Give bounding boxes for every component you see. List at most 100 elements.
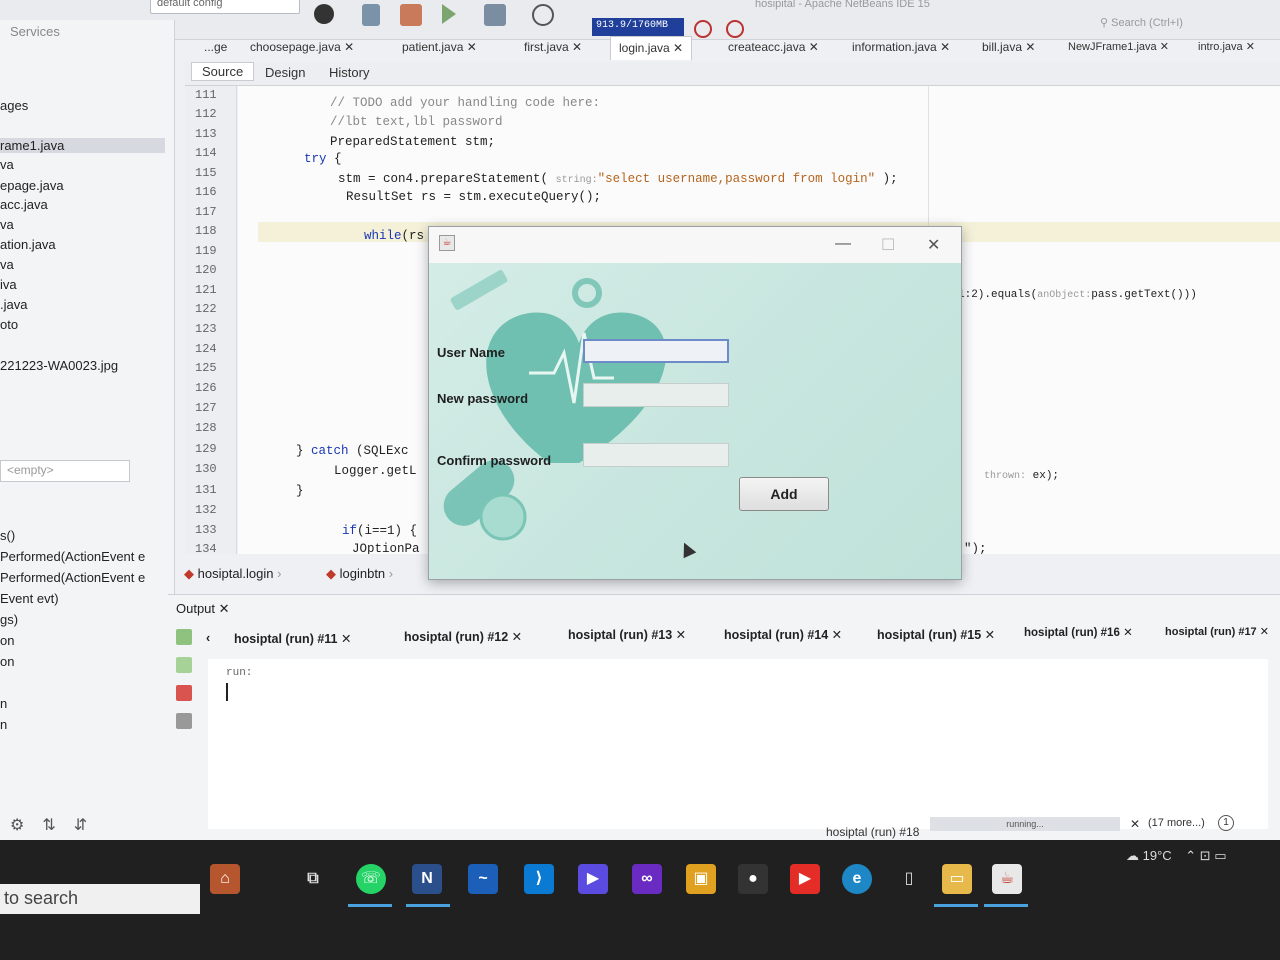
project-item[interactable]: acc.java bbox=[0, 197, 48, 212]
navigator-select[interactable]: <empty> bbox=[0, 460, 130, 482]
vscode-icon[interactable]: ⟩ bbox=[524, 864, 554, 894]
close-icon[interactable]: ✕ bbox=[673, 41, 683, 55]
close-icon[interactable]: ✕ bbox=[512, 630, 522, 644]
breadcrumb-item[interactable]: ◆ hosiptal.login › bbox=[184, 566, 281, 582]
project-item[interactable]: va bbox=[0, 217, 14, 232]
notifications-icon[interactable]: 1 bbox=[1218, 815, 1234, 831]
holiday-widget-icon[interactable]: ⌂ bbox=[210, 864, 240, 894]
hammer-icon[interactable] bbox=[362, 4, 380, 26]
weather-widget[interactable]: ☁ 19°C ⌃ ⊡ ▭ bbox=[1126, 848, 1227, 864]
rerun-debug-icon[interactable] bbox=[176, 657, 192, 673]
editor-tab[interactable]: bill.java ✕ bbox=[974, 36, 1043, 60]
close-icon[interactable]: ✕ bbox=[1025, 40, 1035, 54]
project-item[interactable]: .java bbox=[0, 297, 27, 312]
run-tab[interactable]: hosiptal (run) #16 ✕ bbox=[1024, 625, 1133, 639]
run-tab[interactable]: hosiptal (run) #11 ✕ bbox=[234, 631, 351, 646]
project-item[interactable]: iva bbox=[0, 277, 17, 292]
project-item[interactable]: 221223-WA0023.jpg bbox=[0, 358, 118, 373]
profile-icon[interactable] bbox=[532, 4, 554, 26]
close-icon[interactable]: ✕ bbox=[467, 40, 477, 54]
tab-design[interactable]: Design bbox=[255, 65, 315, 80]
output-tab[interactable]: Output ✕ bbox=[176, 601, 230, 617]
cancel-process-icon[interactable]: ✕ bbox=[1130, 817, 1140, 831]
run-tab[interactable]: hosiptal (run) #13 ✕ bbox=[568, 627, 686, 642]
tab-source[interactable]: Source bbox=[191, 62, 255, 81]
close-icon[interactable]: ✕ bbox=[676, 628, 686, 642]
edge-icon[interactable]: e bbox=[842, 864, 872, 894]
member-item[interactable]: n bbox=[0, 696, 7, 711]
minimize-icon[interactable]: — bbox=[835, 235, 851, 253]
close-icon[interactable]: ✕ bbox=[219, 601, 230, 616]
editor-tab[interactable]: information.java ✕ bbox=[844, 36, 958, 60]
new-password-input[interactable] bbox=[583, 383, 729, 407]
close-icon[interactable]: ✕ bbox=[1160, 41, 1169, 53]
member-item[interactable]: Event evt) bbox=[0, 591, 59, 606]
project-item[interactable]: va bbox=[0, 157, 14, 172]
github-icon[interactable]: ● bbox=[738, 864, 768, 894]
virtualbox-icon[interactable]: ▣ bbox=[686, 864, 716, 894]
editor-tab[interactable]: intro.java ✕ bbox=[1190, 36, 1263, 60]
editor-tab[interactable]: choosepage.java ✕ bbox=[242, 36, 362, 60]
run-icon[interactable] bbox=[442, 4, 456, 24]
run-tab[interactable]: hosiptal (run) #15 ✕ bbox=[877, 627, 995, 642]
editor-tab[interactable]: NewJFrame1.java ✕ bbox=[1060, 36, 1177, 60]
breadcrumb-item[interactable]: ◆ loginbtn › bbox=[326, 566, 393, 582]
close-icon[interactable]: ✕ bbox=[1246, 41, 1255, 53]
editor-tab[interactable]: createacc.java ✕ bbox=[720, 36, 827, 60]
stop-icon[interactable] bbox=[176, 685, 192, 701]
member-item[interactable]: on bbox=[0, 633, 14, 648]
usb-drive-icon[interactable]: ▯ bbox=[894, 864, 924, 894]
scroll-left-icon[interactable]: ‹ bbox=[206, 631, 210, 645]
confirm-password-input[interactable] bbox=[583, 443, 729, 467]
member-item[interactable]: s() bbox=[0, 528, 15, 543]
member-item[interactable]: on bbox=[0, 654, 14, 669]
editor-tab[interactable]: ...ge bbox=[196, 36, 235, 60]
clean-build-icon[interactable] bbox=[314, 4, 334, 24]
member-item[interactable]: gs) bbox=[0, 612, 18, 627]
dialog-titlebar[interactable]: ☕ — ☐ ✕ bbox=[429, 227, 961, 263]
whiteboard-icon[interactable]: ~ bbox=[468, 864, 498, 894]
settings-icon[interactable] bbox=[176, 713, 192, 729]
console-output[interactable]: run: bbox=[208, 659, 1268, 829]
task-view-icon[interactable]: ⧉ bbox=[298, 864, 328, 894]
close-icon[interactable]: ✕ bbox=[809, 40, 819, 54]
memory-gauge[interactable]: 913.9/1760MB bbox=[592, 18, 684, 36]
build-icon[interactable] bbox=[400, 4, 422, 26]
run-tab[interactable]: hosiptal (run) #17 ✕ bbox=[1165, 625, 1269, 638]
maximize-icon[interactable]: ☐ bbox=[881, 235, 895, 255]
close-icon[interactable]: ✕ bbox=[985, 628, 995, 642]
project-item[interactable]: epage.java bbox=[0, 178, 64, 193]
debug-icon[interactable] bbox=[484, 4, 506, 26]
tab-history[interactable]: History bbox=[319, 65, 379, 80]
java-app-icon[interactable]: ☕ bbox=[992, 864, 1022, 894]
config-select[interactable]: default config bbox=[150, 0, 300, 14]
search-input[interactable]: ⚲ Search (Ctrl+I) bbox=[1100, 16, 1270, 34]
close-icon[interactable]: ✕ bbox=[572, 40, 582, 54]
file-explorer-icon[interactable]: ▭ bbox=[942, 864, 972, 894]
close-icon[interactable]: ✕ bbox=[341, 632, 351, 646]
navigator-tools-icon[interactable]: ⚙⇅⇵ bbox=[10, 815, 105, 835]
close-icon[interactable]: ✕ bbox=[940, 40, 950, 54]
editor-tab[interactable]: patient.java ✕ bbox=[394, 36, 485, 60]
project-item[interactable]: ation.java bbox=[0, 237, 56, 252]
youtube-icon[interactable]: ▶ bbox=[790, 864, 820, 894]
close-icon[interactable]: ✕ bbox=[1260, 626, 1269, 638]
username-input[interactable] bbox=[583, 339, 729, 363]
editor-tab[interactable]: first.java ✕ bbox=[516, 36, 590, 60]
run-tab[interactable]: hosiptal (run) #14 ✕ bbox=[724, 627, 842, 642]
close-icon[interactable]: ✕ bbox=[927, 235, 940, 255]
close-icon[interactable]: ✕ bbox=[832, 628, 842, 642]
netbeans-icon[interactable]: N bbox=[412, 864, 442, 894]
whatsapp-icon[interactable]: ☏ bbox=[356, 864, 386, 894]
member-item[interactable]: Performed(ActionEvent e bbox=[0, 570, 145, 585]
project-item[interactable]: ages bbox=[0, 98, 28, 113]
services-tab[interactable]: Services bbox=[10, 24, 60, 39]
project-item[interactable]: oto bbox=[0, 317, 18, 332]
add-button[interactable]: Add bbox=[739, 477, 829, 511]
project-item[interactable]: rame1.java bbox=[0, 138, 165, 153]
tray-icons[interactable]: ⌃ ⊡ ▭ bbox=[1185, 848, 1226, 863]
member-item[interactable]: Performed(ActionEvent e bbox=[0, 549, 145, 564]
visual-studio-icon[interactable]: ∞ bbox=[632, 864, 662, 894]
power-automate-icon[interactable]: ▶ bbox=[578, 864, 608, 894]
member-item[interactable]: n bbox=[0, 717, 7, 732]
